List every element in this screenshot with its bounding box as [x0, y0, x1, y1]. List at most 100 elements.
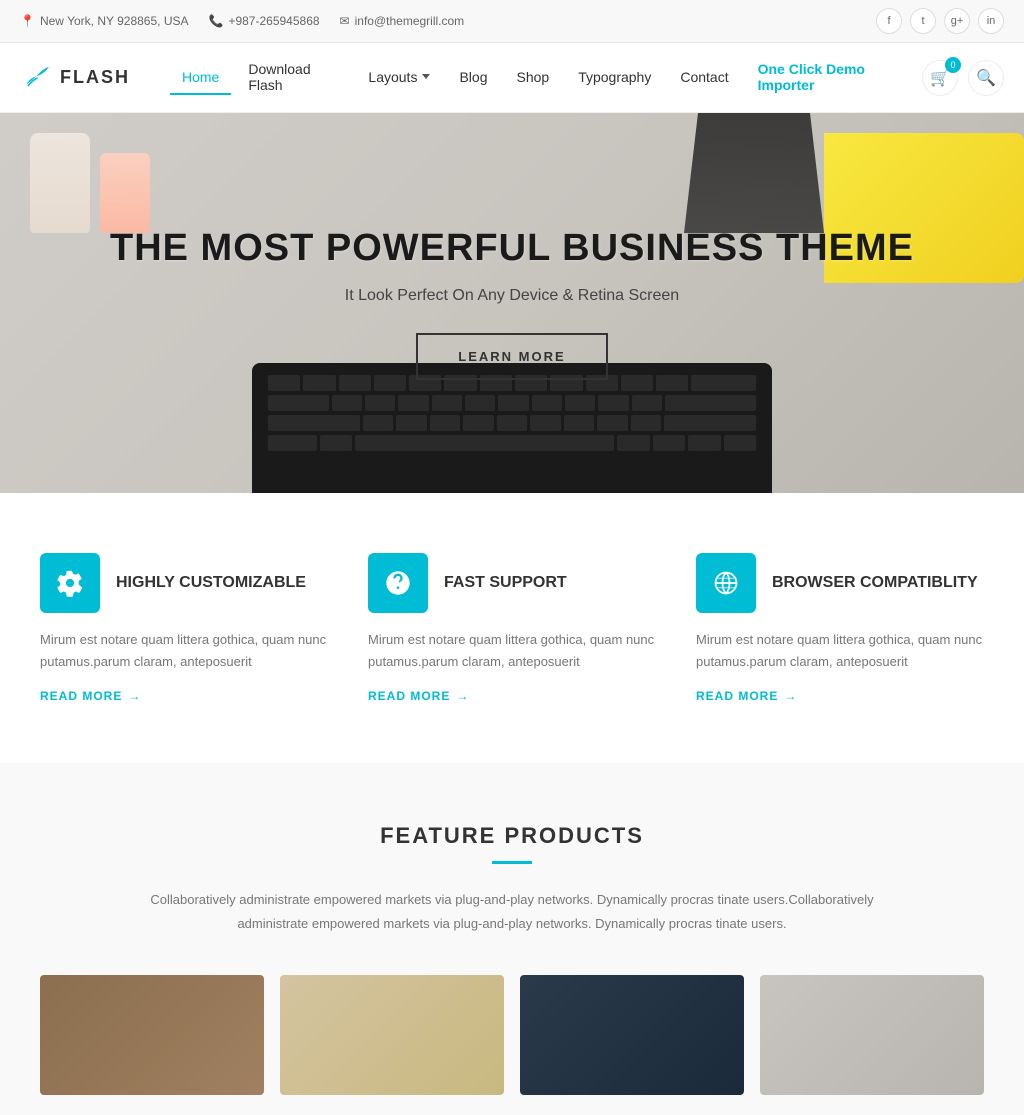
logo-text: FLASH: [60, 67, 130, 88]
key: [268, 435, 317, 451]
key: [432, 395, 462, 411]
feature-desc-2: Mirum est notare quam littera gothica, q…: [368, 629, 656, 673]
navbar: FLASH Home Download Flash Layouts Blog S…: [0, 43, 1024, 113]
cart-button[interactable]: 🛒 0: [922, 60, 958, 96]
key: [463, 415, 494, 431]
browser-icon: [712, 569, 740, 597]
key: [631, 415, 662, 431]
search-button[interactable]: 🔍: [968, 60, 1004, 96]
nav-download-flash[interactable]: Download Flash: [236, 53, 351, 103]
read-more-2[interactable]: READ MORE →: [368, 689, 656, 703]
feature-desc-3: Mirum est notare quam littera gothica, q…: [696, 629, 984, 673]
key: [396, 415, 427, 431]
product-card-3[interactable]: [520, 975, 744, 1095]
social-icons: f t g+ in: [876, 8, 1004, 34]
products-title: FEATURE PRODUCTS: [40, 823, 984, 849]
key: [632, 395, 662, 411]
nav-layouts[interactable]: Layouts: [356, 61, 442, 95]
hero-content: THE MOST POWERFUL BUSINESS THEME It Look…: [110, 226, 914, 381]
feature-browser: BROWSER COMPATIBLITY Mirum est notare qu…: [696, 553, 984, 703]
key: [332, 395, 362, 411]
feature-icon-2: [368, 553, 428, 613]
phone-text: +987-265945868: [228, 14, 319, 28]
key: [665, 395, 756, 411]
arrow-icon-1: →: [128, 689, 141, 703]
feature-header-1: HIGHLY CUSTOMIZABLE: [40, 553, 328, 613]
location-item: 📍 New York, NY 928865, USA: [20, 14, 189, 28]
feature-header-3: BROWSER COMPATIBLITY: [696, 553, 984, 613]
hero-bottle-decor-2: [100, 153, 150, 233]
key: [617, 435, 649, 451]
feature-header-2: FAST SUPPORT: [368, 553, 656, 613]
feature-icon-1: [40, 553, 100, 613]
hero-title: THE MOST POWERFUL BUSINESS THEME: [110, 226, 914, 272]
googleplus-icon[interactable]: g+: [944, 8, 970, 34]
key: [497, 415, 528, 431]
location-icon: 📍: [20, 14, 35, 28]
products-divider: [492, 861, 532, 864]
key: [530, 415, 561, 431]
key: [365, 395, 395, 411]
nav-one-click-demo[interactable]: One Click Demo Importer: [746, 53, 922, 103]
key: [268, 395, 329, 411]
key: [724, 435, 756, 451]
nav-right: 🛒 0 🔍: [922, 60, 1004, 96]
key: [498, 395, 528, 411]
nav-blog[interactable]: Blog: [447, 61, 499, 95]
product-card-4[interactable]: [760, 975, 984, 1095]
nav-shop[interactable]: Shop: [504, 61, 561, 95]
email-item: ✉ info@themegrill.com: [340, 14, 465, 28]
top-bar-left: 📍 New York, NY 928865, USA 📞 +987-265945…: [20, 14, 464, 28]
layouts-chevron-icon: [422, 74, 430, 79]
arrow-icon-2: →: [456, 689, 469, 703]
products-grid: [40, 975, 984, 1095]
logo-bird-icon: [20, 62, 52, 94]
facebook-icon[interactable]: f: [876, 8, 902, 34]
hero-bottle-decor-1: [30, 133, 90, 233]
product-card-1[interactable]: [40, 975, 264, 1095]
feature-customizable: HIGHLY CUSTOMIZABLE Mirum est notare qua…: [40, 553, 328, 703]
top-bar: 📍 New York, NY 928865, USA 📞 +987-265945…: [0, 0, 1024, 43]
read-more-3[interactable]: READ MORE →: [696, 689, 984, 703]
feature-title-1: HIGHLY CUSTOMIZABLE: [116, 574, 306, 592]
nav-typography[interactable]: Typography: [566, 61, 663, 95]
hero-subtitle: It Look Perfect On Any Device & Retina S…: [110, 287, 914, 305]
logo[interactable]: FLASH: [20, 62, 130, 94]
feature-support: FAST SUPPORT Mirum est notare quam litte…: [368, 553, 656, 703]
support-icon: [384, 569, 412, 597]
phone-icon: 📞: [209, 14, 224, 28]
nav-contact[interactable]: Contact: [668, 61, 740, 95]
key: [564, 415, 595, 431]
twitter-icon[interactable]: t: [910, 8, 936, 34]
key: [268, 415, 360, 431]
key: [320, 435, 352, 451]
key: [430, 415, 461, 431]
feature-title-2: FAST SUPPORT: [444, 574, 567, 592]
key: [363, 415, 394, 431]
nav-home[interactable]: Home: [170, 61, 231, 95]
product-card-2[interactable]: [280, 975, 504, 1095]
feature-desc-1: Mirum est notare quam littera gothica, q…: [40, 629, 328, 673]
key: [465, 395, 495, 411]
search-icon: 🔍: [976, 68, 996, 88]
learn-more-button[interactable]: LEARN MORE: [416, 333, 607, 380]
hero-keyboard-decor: [252, 363, 772, 493]
products-section: FEATURE PRODUCTS Collaboratively adminis…: [0, 763, 1024, 1115]
key: [598, 395, 628, 411]
key: [688, 435, 720, 451]
key: [565, 395, 595, 411]
feature-icon-3: [696, 553, 756, 613]
features-section: HIGHLY CUSTOMIZABLE Mirum est notare qua…: [0, 493, 1024, 763]
products-desc: Collaboratively administrate empowered m…: [132, 888, 892, 935]
hero-section: THE MOST POWERFUL BUSINESS THEME It Look…: [0, 113, 1024, 493]
read-more-1[interactable]: READ MORE →: [40, 689, 328, 703]
key: [398, 395, 428, 411]
feature-title-3: BROWSER COMPATIBLITY: [772, 574, 978, 592]
linkedin-icon[interactable]: in: [978, 8, 1004, 34]
arrow-icon-3: →: [784, 689, 797, 703]
key: [653, 435, 685, 451]
cart-badge: 0: [945, 57, 961, 73]
hero-pencils-decor: [684, 113, 824, 233]
key: [664, 415, 756, 431]
phone-item: 📞 +987-265945868: [209, 14, 320, 28]
